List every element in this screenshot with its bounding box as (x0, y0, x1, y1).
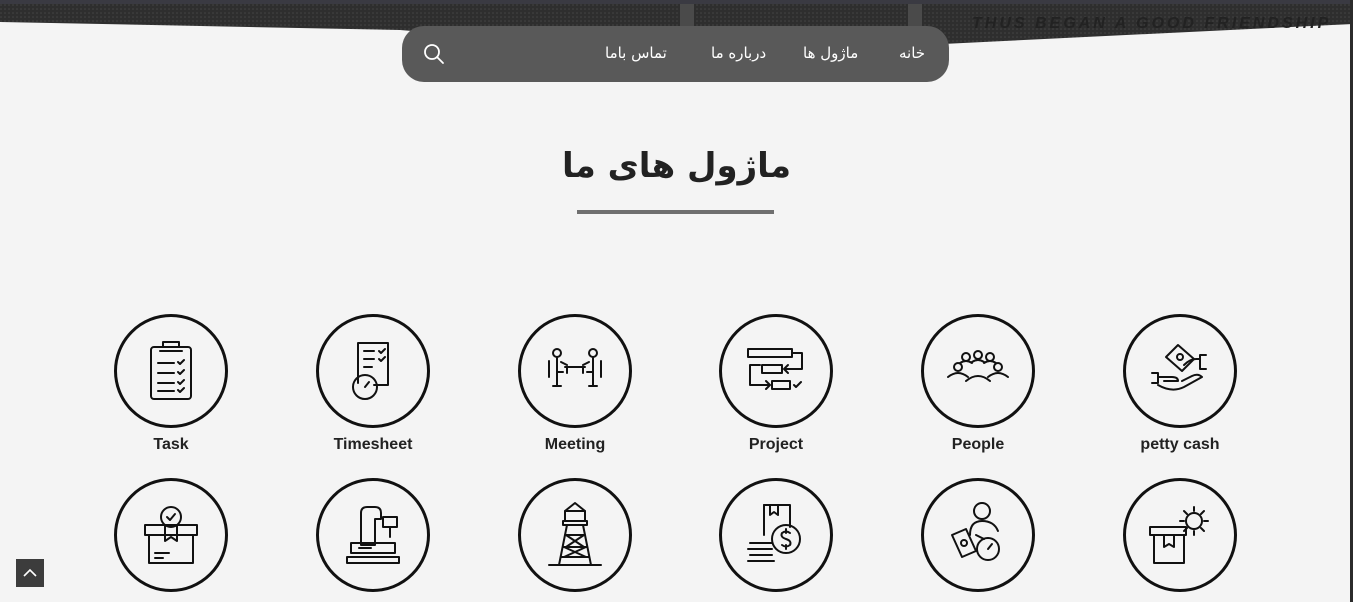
nav-about[interactable]: درباره ما (711, 43, 766, 63)
module-circle (921, 314, 1035, 428)
main-nav: تماس باما درباره ما ماژول ها خانه (402, 26, 949, 82)
top-edge (0, 0, 1353, 4)
module-circle (518, 478, 632, 592)
module-timesheet[interactable]: Timesheet (303, 314, 443, 454)
cash-hand-icon (1151, 344, 1207, 391)
module-task[interactable]: Task (101, 314, 241, 454)
module-label: Timesheet (333, 436, 413, 453)
module-tower[interactable] (505, 478, 645, 600)
nav-home[interactable]: خانه (899, 43, 925, 63)
module-circle (518, 314, 632, 428)
money-coins-icon (747, 504, 801, 562)
timesheet-clock-icon (352, 342, 389, 400)
module-settings[interactable] (1110, 478, 1250, 600)
module-finance[interactable] (706, 478, 846, 600)
module-label: Task (153, 436, 189, 453)
module-circle (114, 478, 228, 592)
module-meeting[interactable]: Meeting (505, 314, 645, 454)
module-circle (316, 478, 430, 592)
module-certificate[interactable] (101, 478, 241, 600)
box-gear-icon (1149, 506, 1209, 564)
module-label: Project (748, 436, 804, 453)
module-circle (921, 478, 1035, 592)
project-flow-icon (747, 348, 803, 390)
section-title: ماژول های ما (561, 146, 792, 186)
hero-banner-text: THUS BEGAN A GOOD FRIENDSHIP (972, 15, 1331, 32)
meeting-table-icon (548, 348, 602, 387)
module-circle (719, 314, 833, 428)
module-label: petty cash (1140, 436, 1220, 453)
cash-register-icon (346, 506, 400, 564)
module-register[interactable] (303, 478, 443, 600)
module-label: People (951, 436, 1005, 453)
module-circle (316, 314, 430, 428)
module-petty-cash[interactable]: petty cash (1110, 314, 1250, 454)
watchtower-icon (548, 502, 602, 566)
clipboard-checklist-icon (150, 341, 192, 400)
module-payroll[interactable] (908, 478, 1048, 600)
module-circle (1123, 314, 1237, 428)
chevron-up-icon (23, 568, 37, 577)
nav-modules[interactable]: ماژول ها (803, 43, 858, 63)
person-payroll-icon (951, 502, 1000, 561)
scroll-to-top-button[interactable] (16, 559, 44, 587)
title-underline (577, 210, 774, 214)
module-circle (1123, 478, 1237, 592)
module-people[interactable]: People (908, 314, 1048, 454)
module-circle (719, 478, 833, 592)
nav-contact[interactable]: تماس باما (605, 43, 667, 63)
module-project[interactable]: Project (706, 314, 846, 454)
module-circle (114, 314, 228, 428)
certificate-box-icon (144, 506, 198, 564)
people-group-icon (947, 350, 1009, 382)
module-label: Meeting (544, 436, 606, 453)
search-icon[interactable] (422, 42, 446, 66)
